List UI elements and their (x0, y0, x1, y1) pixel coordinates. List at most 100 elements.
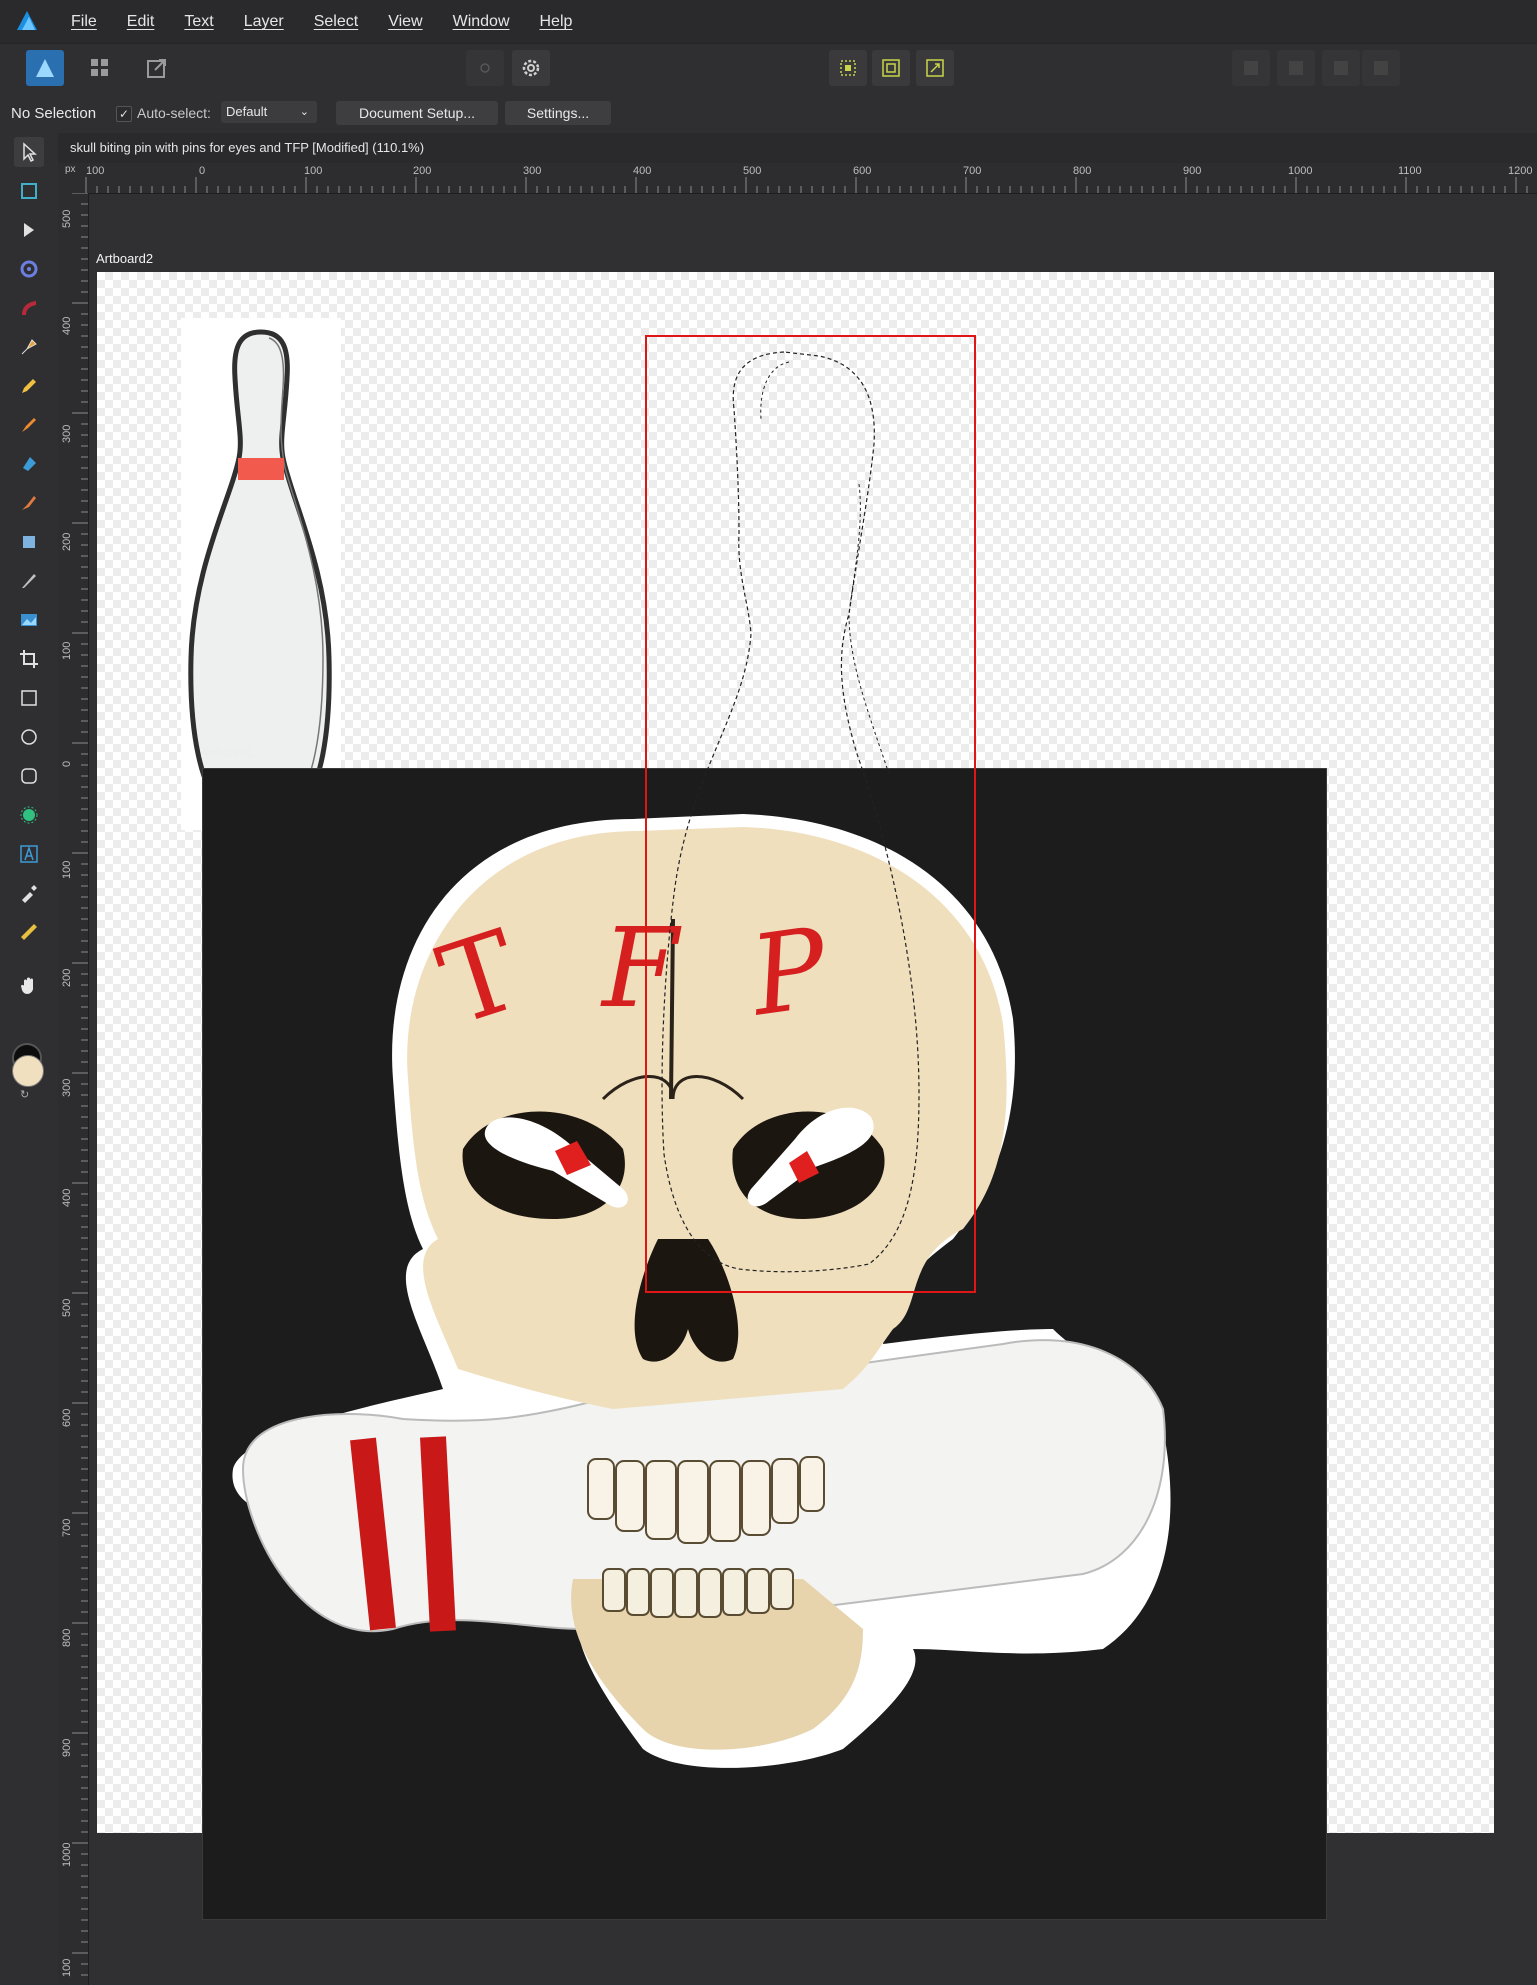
paint-brush-tool[interactable] (14, 488, 44, 518)
rounded-rectangle-tool[interactable] (14, 761, 44, 791)
menu-view[interactable]: View (373, 0, 437, 43)
menu-help[interactable]: Help (525, 0, 588, 43)
pin-path-outline (661, 351, 920, 1273)
artboard-tool[interactable] (14, 176, 44, 206)
arrange-backward-button[interactable] (1322, 50, 1360, 86)
view-mode-button[interactable] (466, 50, 504, 86)
canvas[interactable]: Artboard2 Artboard1 T F P (89, 194, 1537, 1985)
constraints-icon (926, 59, 944, 77)
ruler-label: 1200 (1508, 165, 1533, 177)
export-persona-button[interactable] (138, 50, 176, 86)
snapping-button[interactable] (512, 50, 550, 86)
rectangle-tool[interactable] (14, 683, 44, 713)
image-icon (21, 614, 37, 626)
ruler-label: 200 (61, 532, 73, 551)
menu-window[interactable]: Window (438, 0, 525, 43)
export-icon (147, 59, 166, 78)
ruler-label: 200 (61, 968, 73, 987)
corner-tool[interactable] (14, 293, 44, 323)
ruler-label: 0 (61, 760, 73, 767)
rectangle-icon (21, 690, 37, 706)
arrange-backward-icon (1334, 61, 1348, 75)
pencil-tool[interactable] (14, 371, 44, 401)
menu-select[interactable]: Select (299, 0, 373, 43)
ruler-label: 100 (304, 165, 323, 177)
menu-edit[interactable]: Edit (112, 0, 170, 43)
auto-select-checkbox[interactable]: ✓ (116, 106, 132, 122)
arrange-forward-button[interactable] (1277, 50, 1315, 86)
settings-button[interactable]: Settings... (505, 101, 611, 125)
ruler-label: 100 (61, 641, 73, 660)
ellipse-tool[interactable] (14, 722, 44, 752)
selection-overlay (645, 335, 976, 1293)
shape-tool[interactable] (14, 800, 44, 830)
pencil-icon (22, 379, 36, 393)
arrange-front-button[interactable] (1232, 50, 1270, 86)
main-toolbar (0, 43, 1537, 96)
fill-tool[interactable] (14, 449, 44, 479)
vertical-ruler: 500 400 300 200 100 0 100 200 300 400 50… (58, 193, 89, 1985)
menu-text[interactable]: Text (169, 0, 228, 43)
pixel-brush-icon (23, 536, 35, 548)
grid-persona-icon (91, 59, 108, 76)
pixel-persona-button[interactable] (81, 50, 119, 86)
ruler-label: 400 (61, 1188, 73, 1207)
place-image-tool[interactable] (14, 605, 44, 635)
swap-colors-icon[interactable]: ↻ (20, 1088, 29, 1101)
ruler-label: 700 (963, 165, 982, 177)
pen-tool[interactable] (14, 332, 44, 362)
document-tab[interactable]: skull biting pin with pins for eyes and … (58, 133, 1537, 163)
ruler-icon (21, 924, 37, 940)
ruler-label: 600 (853, 165, 872, 177)
constraints-button[interactable] (916, 50, 954, 86)
menu-file[interactable]: File (56, 0, 112, 43)
artboard-icon (21, 183, 37, 199)
arrange-back-icon (1374, 61, 1388, 75)
ruler-label: 600 (61, 1408, 73, 1427)
designer-persona-icon (36, 59, 54, 77)
measure-tool[interactable] (14, 917, 44, 947)
crop-icon (20, 650, 38, 668)
fill-color-swatch[interactable] (12, 1055, 44, 1087)
pin-path-inner (760, 361, 890, 775)
node-pointer-icon (24, 223, 34, 237)
designer-persona-button[interactable] (26, 50, 64, 86)
menu-layer[interactable]: Layer (229, 0, 299, 43)
auto-select-dropdown[interactable]: Default ⌄ (221, 101, 317, 123)
ruler-label: 300 (61, 424, 73, 443)
crop-tool[interactable] (14, 644, 44, 674)
ruler-label: 500 (61, 1298, 73, 1317)
move-tool[interactable] (14, 137, 44, 167)
ruler-unit: px (65, 164, 76, 175)
pixel-brush-tool[interactable] (14, 527, 44, 557)
ruler-label: 1000 (1288, 165, 1313, 177)
gradient-tool[interactable] (14, 566, 44, 596)
select-bounds-button[interactable] (872, 50, 910, 86)
vector-brush-icon (22, 418, 36, 432)
point-transform-tool[interactable] (14, 254, 44, 284)
vector-brush-tool[interactable] (14, 410, 44, 440)
brush-icon (22, 496, 36, 510)
menu-bar: File Edit Text Layer Select View Window … (0, 0, 1537, 43)
document-setup-button[interactable]: Document Setup... (336, 101, 498, 125)
color-picker-tool[interactable] (14, 878, 44, 908)
arrange-forward-icon (1289, 61, 1303, 75)
ruler-label: 300 (523, 165, 542, 177)
affinity-designer-logo-icon[interactable] (14, 8, 40, 34)
ruler-label: 500 (61, 209, 73, 228)
transform-icon (20, 260, 38, 278)
ruler-label: 100 (61, 1958, 73, 1977)
grid-select-icon (840, 60, 856, 76)
text-tool[interactable] (14, 839, 44, 869)
hand-tool[interactable] (14, 971, 44, 1001)
ruler-label: 900 (61, 1738, 73, 1757)
corner-icon (22, 301, 36, 315)
isolation-grid-button[interactable] (829, 50, 867, 86)
ellipse-icon (21, 729, 37, 745)
ruler-label: 800 (61, 1628, 73, 1647)
arrange-back-button[interactable] (1362, 50, 1400, 86)
node-tool[interactable] (14, 215, 44, 245)
fill-icon (23, 457, 36, 471)
text-icon (20, 845, 38, 863)
ruler-ticks (85, 177, 1528, 193)
